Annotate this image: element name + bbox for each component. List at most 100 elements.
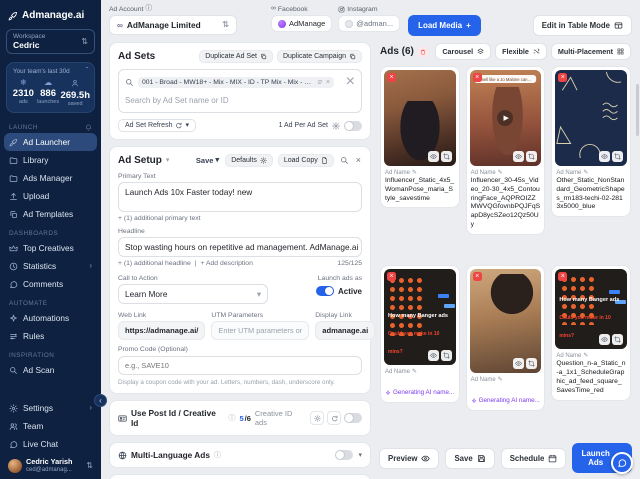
sidebar-item-team[interactable]: Team — [0, 417, 101, 435]
remove-ad-icon[interactable]: × — [473, 272, 482, 281]
ad-card[interactable]: × Smell like a Jo Malone candle all day … — [466, 66, 546, 235]
collapse-icon[interactable]: ▾ — [166, 157, 170, 164]
sidebar-item-comments[interactable]: Comments — [0, 275, 101, 293]
clear-search-icon[interactable]: × — [346, 74, 355, 90]
web-link-input[interactable]: https://admanage.ai/ — [118, 321, 205, 340]
sidebar-item-ads-manager[interactable]: Ads Manager — [0, 169, 101, 187]
selected-ad-set-chip[interactable]: 001 - Broad - MW18+ - Mix - MIX - ID - T… — [138, 77, 334, 88]
defaults-button[interactable]: Defaults — [225, 154, 273, 167]
preview-ad-icon[interactable] — [513, 358, 524, 369]
sidebar-collapse-button[interactable]: ‹ — [94, 394, 107, 407]
active-toggle[interactable] — [316, 286, 334, 296]
ad-card[interactable]: × Ad Name✎ Other_Static_NonStandard_Geom… — [551, 66, 631, 217]
post-id-refresh-button[interactable] — [327, 411, 341, 425]
one-ad-per-set-toggle[interactable] — [344, 121, 362, 131]
ad-card[interactable]: × Ad Name✎ Generating AI name... — [466, 265, 546, 411]
display-link-input[interactable]: admanage.ai — [315, 321, 375, 340]
sidebar-item-ad-templates[interactable]: Ad Templates — [0, 205, 101, 223]
preview-ad-icon[interactable] — [513, 151, 524, 162]
ad-card[interactable]: × Ad Name✎ Influencer_Static_4x5_WomanPo… — [380, 66, 460, 208]
sidebar-item-library[interactable]: Library — [0, 151, 101, 169]
sidebar-item-ad-scan[interactable]: Ad Scan — [0, 361, 101, 379]
sidebar-item-top-creatives[interactable]: Top Creatives — [0, 239, 101, 257]
pencil-icon[interactable]: ✎ — [583, 353, 588, 359]
preview-ad-icon[interactable] — [428, 350, 439, 361]
ad-name[interactable]: Influencer_30-45s_Video_20-30_4x5_Contou… — [470, 177, 542, 230]
preview-ad-icon[interactable] — [428, 151, 439, 162]
pencil-icon[interactable]: ✎ — [498, 377, 503, 383]
workspace-selector[interactable]: Workspace Cedric ⇅ — [6, 29, 95, 54]
load-copy-button[interactable]: Load Copy — [278, 154, 334, 167]
sidebar-item-upload[interactable]: Upload — [0, 187, 101, 205]
crop-ad-icon[interactable] — [612, 334, 623, 345]
remove-ad-icon[interactable]: × — [558, 272, 567, 281]
duplicate-campaign-button[interactable]: Duplicate Campaign — [277, 50, 362, 63]
ad-thumbnail[interactable]: × Smell like a Jo Malone candle all day … — [470, 70, 542, 166]
ad-set-search-input[interactable] — [125, 96, 355, 105]
pencil-icon[interactable]: ✎ — [412, 369, 417, 375]
app-logo[interactable]: Admanage.ai — [0, 8, 101, 29]
preview-button[interactable]: Preview — [379, 448, 439, 469]
sidebar-item-ad-launcher[interactable]: Ad Launcher — [4, 133, 97, 151]
crop-ad-icon[interactable] — [526, 151, 537, 162]
edit-table-mode-button[interactable]: Edit in Table Mode — [533, 15, 632, 36]
crop-ad-icon[interactable] — [612, 151, 623, 162]
ad-thumbnail[interactable]: × — [555, 70, 627, 166]
load-media-button[interactable]: Load Media + — [408, 15, 481, 36]
multi-language-toggle[interactable] — [335, 450, 353, 460]
ad-card[interactable]: × How many Banger ads Could you make in … — [551, 265, 631, 400]
chat-fab-button[interactable] — [611, 452, 633, 474]
crop-ad-icon[interactable] — [441, 350, 452, 361]
multi-placement-button[interactable]: Multi-Placement — [551, 43, 631, 60]
save-button[interactable]: Save — [445, 448, 494, 469]
remove-ad-icon[interactable]: × — [387, 73, 396, 82]
carousel-button[interactable]: Carousel — [435, 43, 491, 60]
remove-ad-icon[interactable]: × — [558, 73, 567, 82]
headline-input[interactable]: Stop wasting hours on repetitive ad mana… — [118, 237, 362, 257]
ad-thumbnail[interactable]: × — [384, 70, 456, 166]
ad-thumbnail[interactable]: × How many Banger ads Could you make in … — [384, 269, 456, 365]
search-copy-button[interactable] — [339, 155, 350, 166]
chip-remove-icon[interactable]: × — [326, 79, 330, 86]
ad-card[interactable]: × How many Banger ads Could you make in … — [380, 265, 460, 403]
ad-name[interactable]: Other_Static_NonStandard_GeometricShapes… — [555, 177, 627, 212]
remove-ad-icon[interactable]: × — [473, 73, 482, 82]
ad-name[interactable]: Question_n-a_Static_n-a_1x1_ScheduleGrap… — [555, 360, 627, 395]
clear-copy-button[interactable]: × — [355, 155, 362, 166]
save-menu-button[interactable]: Save▾ — [195, 155, 220, 166]
duplicate-ad-set-button[interactable]: Duplicate Ad Set — [199, 50, 273, 63]
delete-ads-icon[interactable] — [418, 47, 428, 57]
pencil-icon[interactable]: ✎ — [583, 170, 588, 176]
chart-icon[interactable] — [317, 79, 323, 85]
primary-text-input[interactable]: Launch Ads 10x Faster today! new — [118, 182, 362, 212]
ad-thumbnail[interactable]: × How many Banger ads Could you make in … — [555, 269, 627, 349]
additional-headline-link[interactable]: + (1) additional headline — [118, 260, 191, 267]
ad-set-refresh-button[interactable]: Ad Set Refresh ▾ — [118, 119, 196, 132]
scrollbar[interactable] — [636, 84, 639, 136]
preview-ad-icon[interactable] — [599, 151, 610, 162]
add-description-link[interactable]: + Add description — [201, 260, 253, 267]
sidebar-item-rules[interactable]: Rules — [0, 327, 101, 345]
crop-ad-icon[interactable] — [526, 358, 537, 369]
remove-ad-icon[interactable]: × — [387, 272, 396, 281]
chevron-down-icon[interactable]: ▾ — [358, 452, 362, 459]
bell-icon[interactable] — [85, 124, 92, 131]
preview-ad-icon[interactable] — [599, 334, 610, 345]
play-icon[interactable]: ▶ — [497, 110, 513, 126]
utm-input[interactable]: Enter UTM parameters or — [211, 321, 309, 340]
facebook-account-pill[interactable]: AdManage — [271, 15, 332, 32]
gear-icon[interactable] — [332, 122, 340, 130]
pencil-icon[interactable]: ✎ — [498, 170, 503, 176]
pencil-icon[interactable]: ✎ — [412, 170, 417, 176]
sidebar-item-live-chat[interactable]: Live Chat — [0, 435, 101, 453]
promo-code-input[interactable] — [118, 356, 362, 375]
post-id-settings-button[interactable] — [310, 411, 324, 425]
schedule-button[interactable]: Schedule — [501, 448, 567, 469]
ad-name[interactable]: Influencer_Static_4x5_WomanPose_maria_St… — [384, 177, 456, 203]
ad-account-select[interactable]: ∞ AdManage Limited ⇅ — [109, 15, 237, 35]
user-menu[interactable]: Cedric Yarish ced@admanag... ⇅ — [0, 453, 101, 473]
flexible-button[interactable]: Flexible — [495, 43, 547, 60]
additional-primary-text-link[interactable]: + (1) additional primary text — [118, 215, 362, 222]
sidebar-item-statistics[interactable]: Statistics › — [0, 257, 101, 275]
sidebar-item-settings[interactable]: Settings › — [0, 399, 101, 417]
